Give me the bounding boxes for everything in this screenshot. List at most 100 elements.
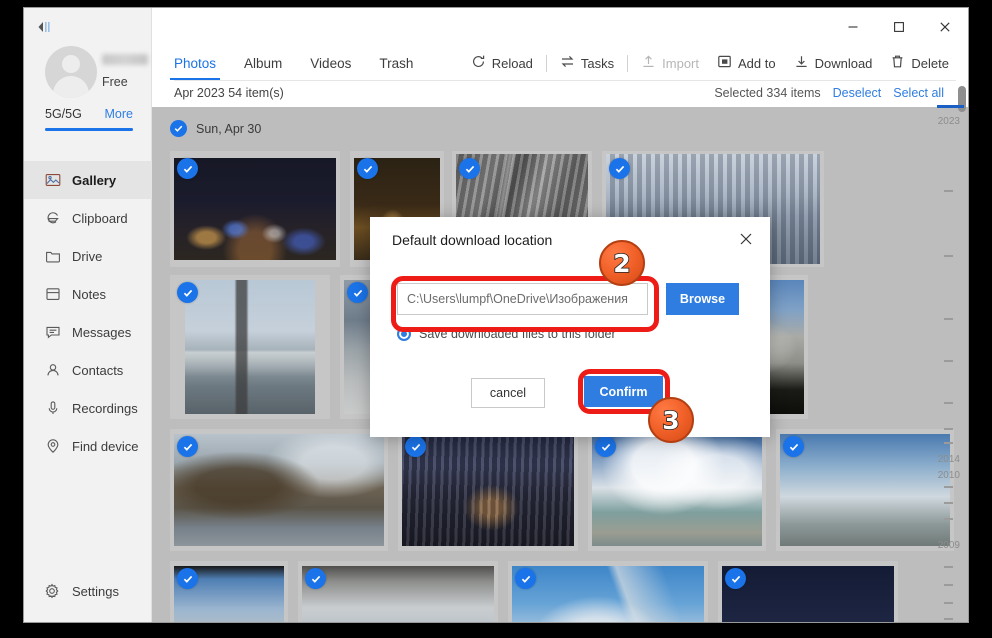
sidebar-item-notes[interactable]: Notes [24, 275, 152, 313]
tasks-button[interactable]: Tasks [551, 50, 623, 76]
sidebar-item-find-device[interactable]: Find device [24, 427, 152, 465]
microphone-icon [44, 400, 61, 417]
import-button[interactable]: Import [632, 50, 708, 76]
browse-button[interactable]: Browse [666, 283, 739, 315]
maximize-icon[interactable] [876, 8, 922, 46]
date-group-label: Sun, Apr 30 [196, 122, 261, 136]
person-icon [44, 362, 61, 379]
photo-detail-overlay [512, 566, 704, 622]
tab-album[interactable]: Album [244, 46, 282, 80]
delete-button[interactable]: Delete [881, 50, 958, 76]
storage-quota-label: 5G/5G [45, 107, 82, 121]
checkbox-indicator [397, 327, 411, 341]
add-to-button[interactable]: Add to [708, 50, 785, 76]
photo-tile[interactable] [508, 561, 708, 622]
sidebar-item-label: Recordings [72, 401, 138, 416]
folder-icon [44, 248, 61, 265]
annotation-badge-3: 3 [648, 397, 694, 443]
tab-label: Photos [174, 56, 216, 71]
photo-tile[interactable] [298, 561, 498, 622]
sidebar-item-recordings[interactable]: Recordings [24, 389, 152, 427]
tab-label: Videos [310, 56, 351, 71]
photo-tile[interactable] [170, 429, 388, 551]
photo-tile[interactable] [588, 429, 766, 551]
cancel-button[interactable]: cancel [471, 378, 545, 408]
tab-label: Album [244, 56, 282, 71]
sidebar-item-label: Clipboard [72, 211, 128, 226]
avatar [45, 46, 97, 98]
photo-detail-overlay [174, 158, 336, 260]
toolbar-label: Download [815, 56, 873, 71]
photo-tile[interactable] [170, 151, 340, 267]
toolbar-label: Import [662, 56, 699, 71]
tab-trash[interactable]: Trash [379, 46, 413, 80]
sidebar-nav: Gallery Clipboard [24, 161, 152, 465]
checkmark-icon[interactable] [783, 436, 804, 457]
reload-button[interactable]: Reload [462, 50, 542, 76]
note-icon [44, 286, 61, 303]
storage-quota-row: 5G/5G More [24, 107, 152, 123]
photo-thumbnail [302, 566, 494, 622]
checkmark-icon[interactable] [305, 568, 326, 589]
upload-icon [641, 54, 656, 72]
download-button[interactable]: Download [785, 50, 882, 76]
sidebar-item-contacts[interactable]: Contacts [24, 351, 152, 389]
checkmark-icon[interactable] [405, 436, 426, 457]
download-path-input[interactable] [397, 283, 648, 315]
toolbar-label: Add to [738, 56, 776, 71]
checkmark-icon[interactable] [177, 568, 198, 589]
confirm-button[interactable]: Confirm [584, 376, 663, 407]
deselect-link[interactable]: Deselect [833, 86, 882, 100]
storage-more-link[interactable]: More [105, 107, 133, 121]
tab-label: Trash [379, 56, 413, 71]
photo-thumbnail [780, 434, 950, 546]
selection-meta-row: Apr 2023 54 item(s) Selected 334 items D… [152, 81, 968, 107]
photo-tile[interactable] [398, 429, 578, 551]
select-all-link[interactable]: Select all [893, 86, 944, 100]
photo-tile[interactable] [718, 561, 898, 622]
gear-icon [44, 583, 61, 600]
minimize-icon[interactable] [830, 8, 876, 46]
date-group-header[interactable]: Sun, Apr 30 [170, 120, 261, 137]
account-name-redacted [102, 54, 148, 65]
checkbox-label: Save downloaded files to this folder [419, 327, 616, 341]
photo-detail-overlay [174, 434, 384, 546]
collapse-panel-icon[interactable] [32, 16, 58, 38]
checkmark-icon[interactable] [725, 568, 746, 589]
close-icon[interactable] [922, 8, 968, 46]
sidebar-item-clipboard[interactable]: Clipboard [24, 199, 152, 237]
checkmark-icon[interactable] [595, 436, 616, 457]
tab-videos[interactable]: Videos [310, 46, 351, 80]
image-icon [44, 172, 61, 189]
trash-icon [890, 54, 905, 72]
sidebar-item-settings[interactable]: Settings [24, 574, 152, 608]
month-item-count: Apr 2023 54 item(s) [174, 86, 284, 100]
dialog-body: Default download location Browse Save do… [370, 217, 770, 437]
toolbar-divider [546, 55, 547, 72]
checkmark-icon[interactable] [177, 436, 198, 457]
photo-tile[interactable] [170, 275, 330, 419]
sidebar-item-drive[interactable]: Drive [24, 237, 152, 275]
checkmark-icon[interactable] [177, 158, 198, 179]
checkmark-icon[interactable] [170, 120, 187, 137]
checkmark-icon[interactable] [515, 568, 536, 589]
sidebar-item-label: Notes [72, 287, 106, 302]
window-controls [830, 8, 968, 46]
sidebar-item-gallery[interactable]: Gallery [24, 161, 152, 199]
tab-photos[interactable]: Photos [174, 46, 216, 80]
toolbar-label: Tasks [581, 56, 614, 71]
photo-tile[interactable] [776, 429, 954, 551]
photo-tile[interactable] [170, 561, 288, 622]
checkmark-icon[interactable] [347, 282, 368, 303]
save-to-folder-checkbox[interactable]: Save downloaded files to this folder [397, 327, 616, 341]
checkmark-icon[interactable] [177, 282, 198, 303]
close-icon[interactable] [730, 224, 762, 254]
checkmark-icon[interactable] [357, 158, 378, 179]
sidebar: Free 5G/5G More Gallery [24, 8, 152, 622]
toolbar-divider [627, 55, 628, 72]
checkmark-icon[interactable] [609, 158, 630, 179]
checkmark-icon[interactable] [459, 158, 480, 179]
sidebar-item-messages[interactable]: Messages [24, 313, 152, 351]
annotation-badge-2: 2 [599, 240, 645, 286]
photo-detail-overlay [402, 434, 574, 546]
